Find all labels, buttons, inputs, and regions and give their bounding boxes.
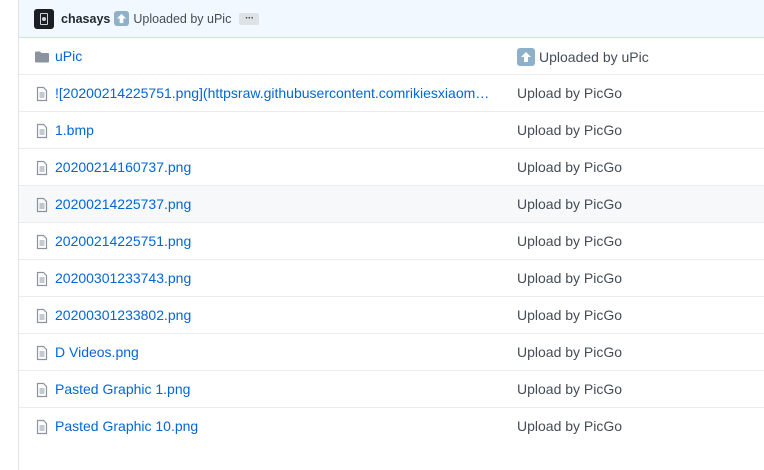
commit-message-text: Upload by PicGo — [517, 122, 623, 138]
file-row[interactable]: 20200214225737.png Upload by PicGo — [19, 185, 764, 222]
up-arrow-icon — [517, 48, 535, 66]
commit-message-link[interactable]: Upload by PicGo — [517, 418, 622, 434]
file-list: uPic Uploaded by uPic ![20200214225751.png… — [19, 38, 764, 444]
file-row[interactable]: 20200301233743.png Upload by PicGo — [19, 259, 764, 296]
commit-message-link[interactable]: Upload by PicGo — [517, 307, 622, 323]
file-icon — [34, 123, 50, 139]
file-icon — [34, 419, 50, 435]
file-icon — [34, 160, 50, 176]
commit-message[interactable]: Uploaded by uPic — [133, 12, 231, 26]
commit-message-link[interactable]: Upload by PicGo — [517, 233, 622, 249]
file-row[interactable]: 1.bmp Upload by PicGo — [19, 111, 764, 148]
file-link[interactable]: 20200214225737.png — [55, 196, 191, 212]
file-link[interactable]: 20200214225751.png — [55, 233, 191, 249]
file-link[interactable]: 1.bmp — [55, 122, 94, 138]
commit-message-text: Upload by PicGo — [517, 85, 623, 101]
commit-message-text: Upload by PicGo — [517, 196, 623, 212]
file-row[interactable]: 20200214160737.png Upload by PicGo — [19, 148, 764, 185]
file-link[interactable]: 20200214160737.png — [55, 159, 191, 175]
commit-message-text: Upload by PicGo — [517, 270, 623, 286]
author-avatar[interactable] — [34, 8, 54, 29]
file-row[interactable]: Pasted Graphic 10.png Upload by PicGo — [19, 407, 764, 444]
folder-link[interactable]: uPic — [55, 48, 82, 64]
file-row[interactable]: D Videos.png Upload by PicGo — [19, 333, 764, 370]
file-link[interactable]: 20200301233743.png — [55, 270, 191, 286]
file-row[interactable]: 20200214225751.png Upload by PicGo — [19, 222, 764, 259]
file-link[interactable]: Pasted Graphic 1.png — [55, 381, 190, 397]
commit-message-link[interactable]: Upload by PicGo — [517, 85, 622, 101]
commit-message-link[interactable]: Upload by PicGo — [517, 270, 622, 286]
up-arrow-icon — [114, 11, 130, 26]
file-icon — [34, 197, 50, 213]
file-link[interactable]: 20200301233802.png — [55, 307, 191, 323]
commit-message-text: Upload by PicGo — [517, 418, 623, 434]
commit-message-link[interactable]: Upload by PicGo — [517, 196, 622, 212]
file-icon — [34, 308, 50, 324]
commit-message-link[interactable]: Uploaded by uPic — [517, 48, 649, 66]
commit-message-text: Upload by PicGo — [517, 159, 623, 175]
file-link[interactable]: Pasted Graphic 10.png — [55, 418, 198, 434]
commit-message-text: Upload by PicGo — [517, 307, 623, 323]
file-icon — [34, 345, 50, 361]
expand-commit-button[interactable]: ··· — [239, 12, 260, 25]
file-row[interactable]: 20200301233802.png Upload by PicGo — [19, 296, 764, 333]
commit-author[interactable]: chasays — [61, 12, 110, 26]
file-icon — [34, 86, 50, 102]
folder-icon — [34, 49, 50, 65]
commit-message-link[interactable]: Upload by PicGo — [517, 122, 622, 138]
file-row[interactable]: Pasted Graphic 1.png Upload by PicGo — [19, 370, 764, 407]
latest-commit-bar: chasays Uploaded by uPic ··· La — [19, 0, 764, 38]
file-list-box: chasays Uploaded by uPic ··· La uPic Uplo… — [18, 0, 764, 470]
file-icon — [34, 234, 50, 250]
commit-message-text: Upload by PicGo — [517, 233, 623, 249]
file-row[interactable]: ![20200214225751.png](httpsraw.githubuse… — [19, 74, 764, 111]
folder-row[interactable]: uPic Uploaded by uPic — [19, 38, 764, 74]
file-icon — [34, 271, 50, 287]
commit-message-link[interactable]: Upload by PicGo — [517, 381, 622, 397]
commit-message-link[interactable]: Upload by PicGo — [517, 344, 622, 360]
commit-message-text: Upload by PicGo — [517, 344, 623, 360]
file-icon — [34, 382, 50, 398]
file-link[interactable]: D Videos.png — [55, 344, 139, 360]
commit-message-text: Upload by PicGo — [517, 381, 623, 397]
commit-message-link[interactable]: Upload by PicGo — [517, 159, 622, 175]
file-link[interactable]: ![20200214225751.png](httpsraw.githubuse… — [55, 85, 497, 101]
commit-message-text: Uploaded by uPic — [539, 49, 649, 65]
